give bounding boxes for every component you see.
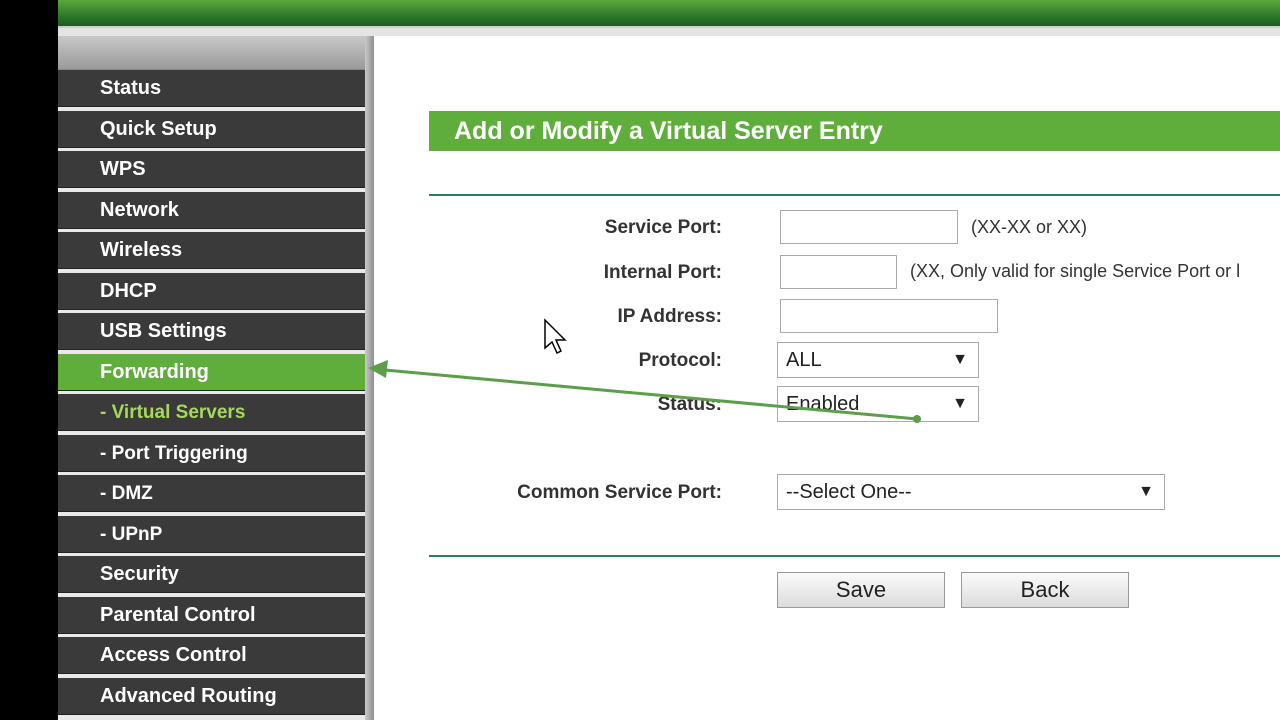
sidebar-item-access-control[interactable]: Access Control xyxy=(58,637,365,674)
sidebar: Status Quick Setup WPS Network Wireless … xyxy=(58,36,374,720)
common-service-port-label: Common Service Port: xyxy=(517,482,722,503)
protocol-label: Protocol: xyxy=(638,350,722,371)
internal-port-input[interactable] xyxy=(780,255,897,289)
sidebar-item-network[interactable]: Network xyxy=(58,191,365,229)
sidebar-item-dhcp[interactable]: DHCP xyxy=(58,272,365,310)
sidebar-menu: Status Quick Setup WPS Network Wireless … xyxy=(58,70,365,718)
chevron-down-icon: ▼ xyxy=(952,395,968,412)
sidebar-item-status[interactable]: Status xyxy=(58,70,365,107)
internal-port-label: Internal Port: xyxy=(603,262,722,283)
common-service-port-value: --Select One-- xyxy=(786,481,912,503)
sidebar-item-forwarding[interactable]: Forwarding xyxy=(58,353,365,391)
form-divider-bottom xyxy=(429,555,1280,557)
sidebar-header xyxy=(58,36,374,70)
top-divider xyxy=(58,26,1280,36)
sidebar-item-parental-control[interactable]: Parental Control xyxy=(58,596,365,634)
sidebar-item-wireless[interactable]: Wireless xyxy=(58,232,365,269)
save-button[interactable]: Save xyxy=(777,572,945,608)
sidebar-item-security[interactable]: Security xyxy=(58,556,365,593)
sidebar-item-port-triggering[interactable]: - Port Triggering xyxy=(58,434,365,472)
common-service-port-select[interactable]: --Select One-- ▼ xyxy=(777,474,1165,510)
page-title: Add or Modify a Virtual Server Entry xyxy=(429,111,1280,151)
top-banner xyxy=(58,0,1280,26)
sidebar-item-virtual-servers[interactable]: - Virtual Servers xyxy=(58,394,365,431)
service-port-hint: (XX-XX or XX) xyxy=(971,217,1088,237)
ip-address-input[interactable] xyxy=(780,299,998,333)
sidebar-item-upnp[interactable]: - UPnP xyxy=(58,515,365,553)
sidebar-separator xyxy=(365,36,374,720)
status-value: Enabled xyxy=(786,393,860,415)
chevron-down-icon: ▼ xyxy=(1138,483,1154,500)
protocol-value: ALL xyxy=(786,349,822,371)
sidebar-item-usb-settings[interactable]: USB Settings xyxy=(58,313,365,350)
chevron-down-icon: ▼ xyxy=(952,351,968,368)
form-divider-top xyxy=(429,194,1280,196)
sidebar-item-advanced-routing[interactable]: Advanced Routing xyxy=(58,677,365,715)
main-content: Add or Modify a Virtual Server Entry Ser… xyxy=(374,36,1280,720)
status-select[interactable]: Enabled ▼ xyxy=(777,386,979,422)
sidebar-item-wps[interactable]: WPS xyxy=(58,151,365,188)
sidebar-item-dmz[interactable]: - DMZ xyxy=(58,475,365,512)
service-port-input[interactable] xyxy=(780,210,958,244)
protocol-select[interactable]: ALL ▼ xyxy=(777,342,979,378)
sidebar-item-quick-setup[interactable]: Quick Setup xyxy=(58,110,365,148)
status-label: Status: xyxy=(657,394,722,415)
ip-address-label: IP Address: xyxy=(617,306,722,327)
service-port-label: Service Port: xyxy=(604,217,722,238)
back-button[interactable]: Back xyxy=(961,572,1129,608)
internal-port-hint: (XX, Only valid for single Service Port … xyxy=(910,261,1241,281)
